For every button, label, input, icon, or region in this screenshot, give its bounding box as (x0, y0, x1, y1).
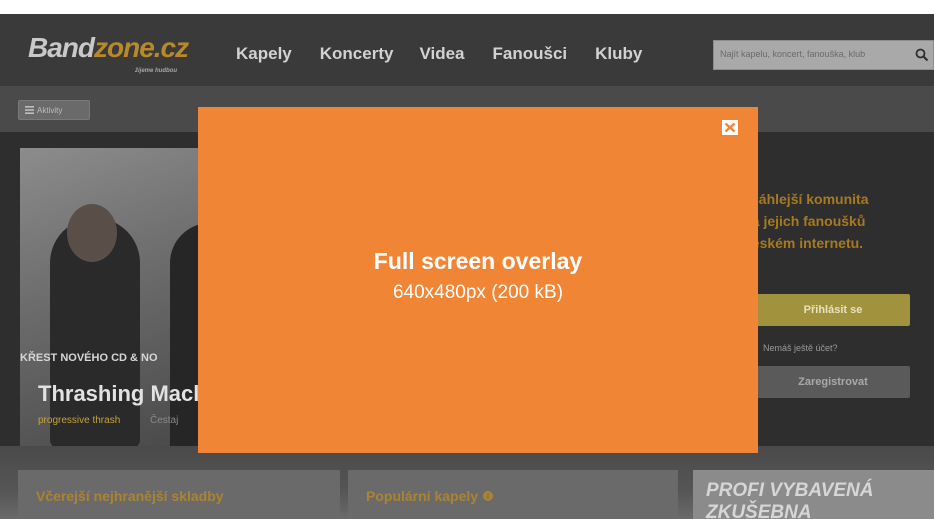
search-icon[interactable] (915, 48, 929, 62)
nav-item-fanousci[interactable]: Fanoušci (493, 44, 568, 64)
popular-bands-label: Populární kapely (366, 488, 479, 504)
hero-photo-figure-head (67, 204, 117, 262)
info-icon[interactable]: i (483, 491, 494, 501)
close-button[interactable] (722, 120, 738, 135)
header: Bandzone.cz žijeme hudbou Kapely Koncert… (0, 14, 934, 86)
promo-text: zsáhlejší komunita l a jejich fanoušků č… (744, 191, 869, 251)
register-button[interactable]: Zaregistrovat (756, 366, 910, 398)
overlay-title: Full screen overlay (373, 248, 583, 274)
section-title-top-tracks[interactable]: Včerejší nejhranější skladby (36, 488, 224, 504)
aktivity-label: Aktivity (37, 105, 63, 115)
hero-title[interactable]: Thrashing Macl (38, 381, 199, 407)
login-button[interactable]: Přihlásit se (756, 294, 910, 326)
hero-subtext: Čestaj (150, 415, 179, 426)
search-input[interactable] (720, 49, 916, 59)
list-icon (25, 106, 34, 114)
profi-banner-text: PROFI VYBAVENÁ ZKUŠEBNA (706, 480, 874, 519)
hero-tag: KŘEST NOVÉHO CD & NO (20, 352, 158, 364)
nav-item-videa[interactable]: Videa (419, 44, 464, 64)
nav-item-kapely[interactable]: Kapely (236, 44, 292, 64)
search-box (713, 40, 934, 70)
aktivity-button[interactable]: Aktivity (18, 100, 90, 120)
overlay-subtitle: 640x480px (200 kB) (392, 282, 564, 303)
hero-genre[interactable]: progressive thrash (38, 415, 120, 426)
section-title-popular-bands[interactable]: Populární kapely i (366, 488, 494, 504)
logo-tagline: žijeme hudbou (135, 68, 177, 74)
close-icon (724, 122, 736, 133)
top-margin (0, 0, 934, 14)
main-nav: Kapely Koncerty Videa Fanoušci Kluby (236, 44, 670, 64)
nav-item-kluby[interactable]: Kluby (595, 44, 642, 64)
logo[interactable]: Bandzone.cz (28, 32, 189, 64)
full-screen-overlay-ad[interactable] (198, 107, 758, 453)
no-account-text: Nemáš ještě účet? (763, 343, 838, 353)
nav-item-koncerty[interactable]: Koncerty (320, 44, 394, 64)
